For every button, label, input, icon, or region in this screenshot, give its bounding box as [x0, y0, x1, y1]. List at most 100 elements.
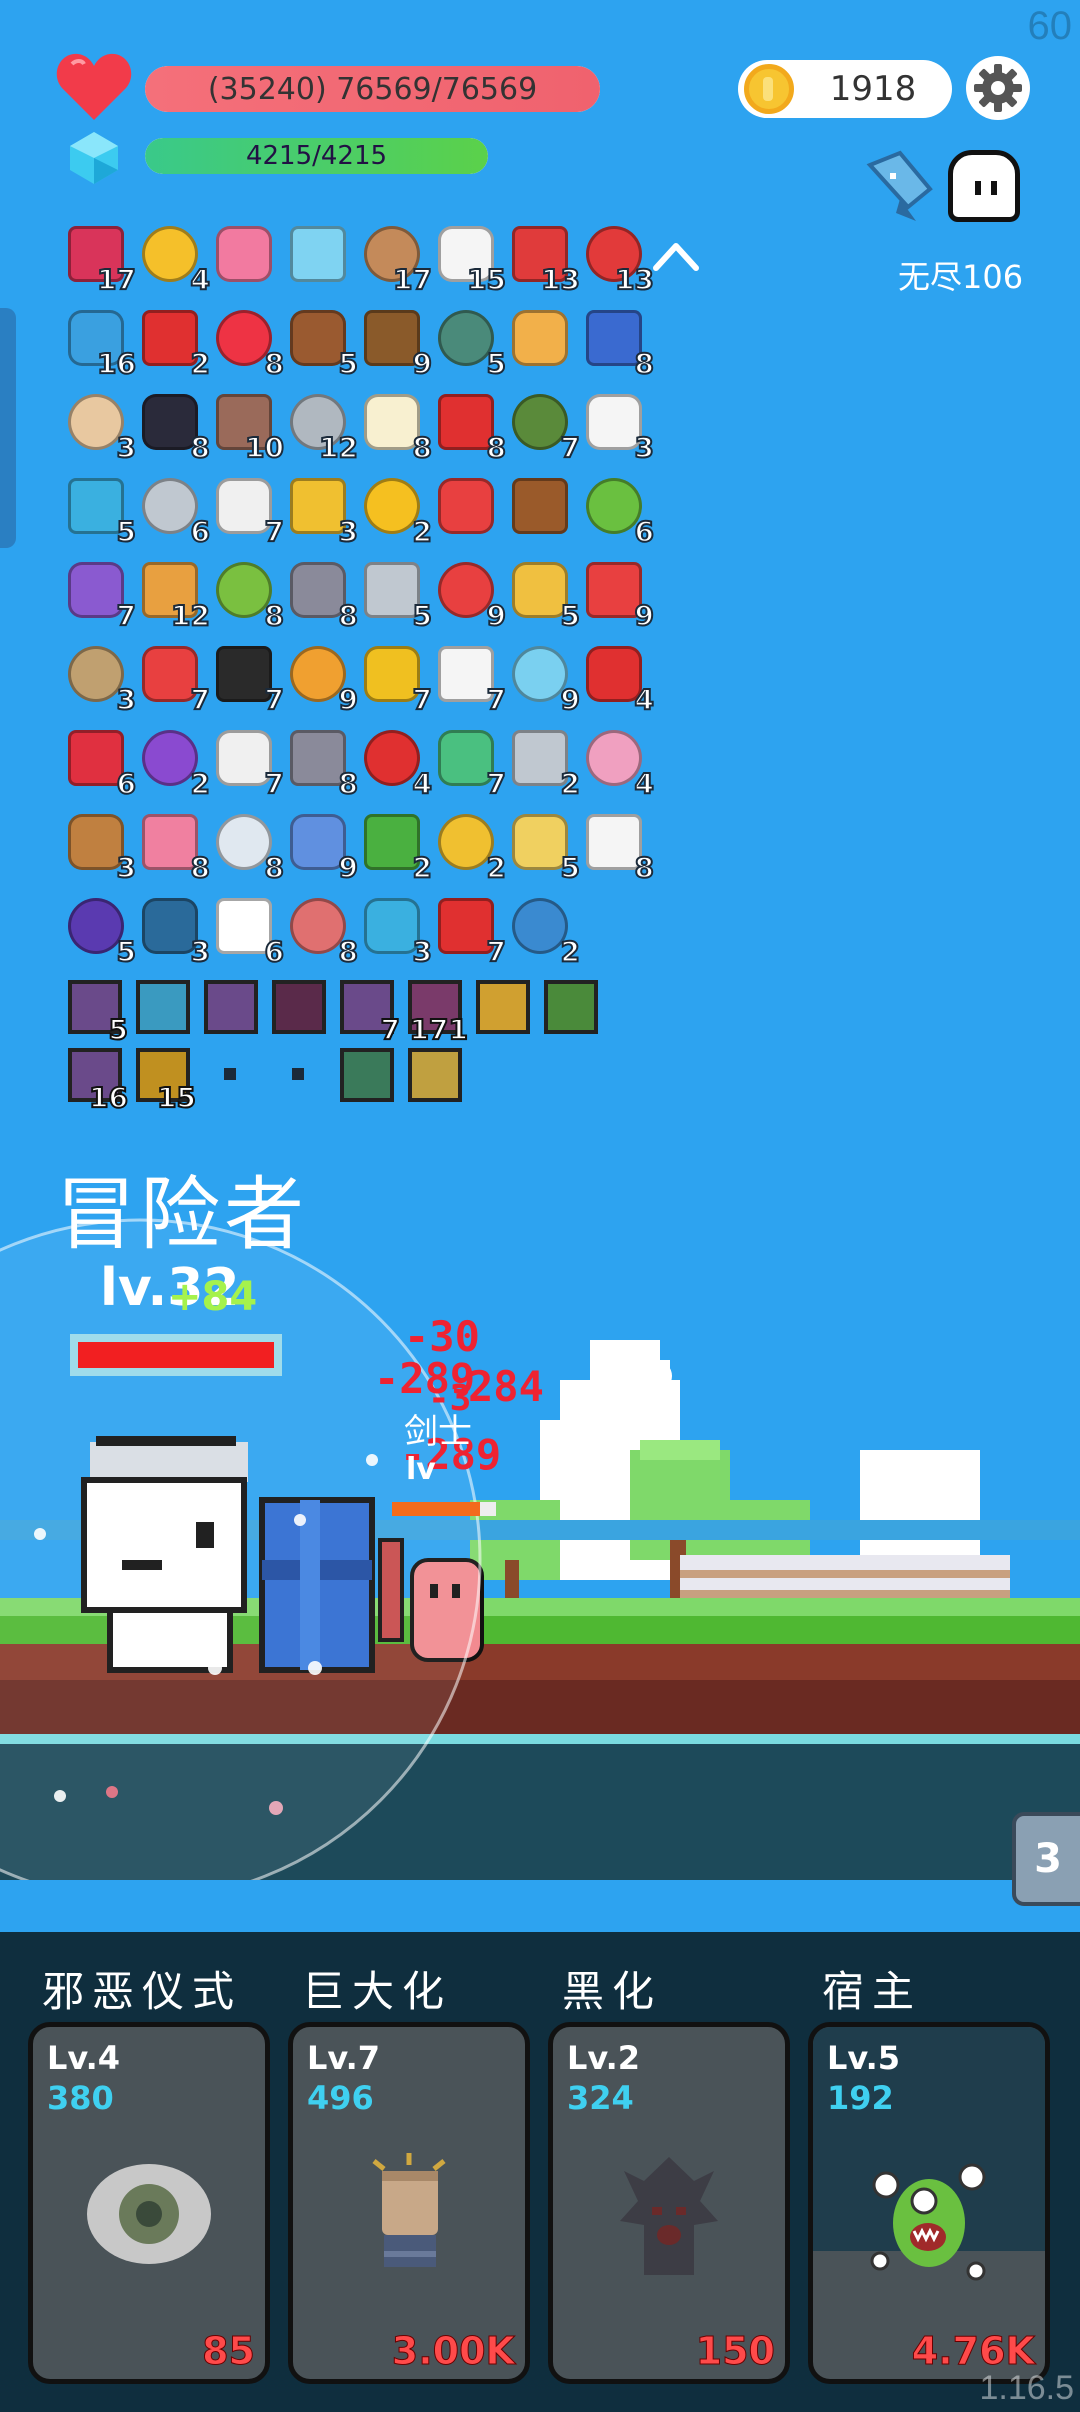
- envelope-item[interactable]: 7: [212, 726, 285, 801]
- speech-bubble-item[interactable]: 3: [138, 894, 211, 969]
- sword-rain-skill-icon[interactable]: 7: [340, 980, 401, 1047]
- treasure-chest-item[interactable]: [508, 474, 576, 542]
- item-count: 9: [411, 346, 433, 381]
- enemy-name: 剑士: [404, 1412, 472, 1452]
- pill-capsule-item[interactable]: 7: [138, 642, 211, 717]
- sword-item[interactable]: 12: [286, 390, 359, 465]
- red-shield-item[interactable]: 4: [582, 642, 655, 717]
- dice-item[interactable]: 8: [582, 810, 655, 885]
- star-shield-item[interactable]: 7: [64, 558, 137, 633]
- light-burst-skill-icon[interactable]: [136, 980, 190, 1034]
- discount-tag-item[interactable]: [434, 474, 502, 542]
- strawberry-item[interactable]: 6: [64, 726, 137, 801]
- skill-card-giant[interactable]: Lv.7 496 3.00K: [288, 2022, 530, 2384]
- spellbook-item[interactable]: 9: [286, 642, 359, 717]
- fortress-skill-icon[interactable]: 171: [408, 980, 469, 1047]
- cash-heart-item[interactable]: 2: [360, 810, 433, 885]
- jam-jar-item[interactable]: 17: [64, 222, 137, 297]
- coconut-item[interactable]: 9: [360, 306, 433, 381]
- empty-slot-icon[interactable]: [292, 1068, 306, 1082]
- spiked-mace-item[interactable]: 8: [286, 558, 359, 633]
- collapse-chevron-icon[interactable]: [650, 236, 702, 276]
- blade-skill-icon[interactable]: [204, 980, 258, 1034]
- magnet-item[interactable]: 2: [138, 306, 211, 381]
- clipboard-item[interactable]: 7: [212, 474, 285, 549]
- halo-wings-item[interactable]: 5: [508, 558, 581, 633]
- magic-wand-item[interactable]: 2: [434, 810, 507, 885]
- heart-item[interactable]: 8: [212, 306, 285, 381]
- star-card-item[interactable]: 16: [64, 306, 137, 381]
- steak-item[interactable]: 8: [286, 894, 359, 969]
- apple-item[interactable]: 13: [582, 222, 655, 297]
- green-idol-item[interactable]: 7: [434, 726, 507, 801]
- mushroom-item[interactable]: 4: [360, 726, 433, 801]
- magnifier-item[interactable]: [286, 222, 354, 290]
- side-drawer-tab[interactable]: [0, 308, 16, 548]
- fried-egg-item[interactable]: 8: [360, 390, 433, 465]
- ticket-item[interactable]: [508, 306, 576, 374]
- blue-gem-item[interactable]: 3: [360, 894, 433, 969]
- scroll-item[interactable]: 5: [64, 474, 137, 549]
- magnifier-icon: [290, 226, 346, 282]
- demon-skill-icon[interactable]: [272, 980, 326, 1034]
- love-letter-item[interactable]: [212, 222, 280, 290]
- treasure-map-item[interactable]: 5: [508, 810, 581, 885]
- fish-sword-icon[interactable]: [860, 145, 940, 225]
- ice-cream-item[interactable]: 4: [582, 726, 655, 801]
- blue-pill-item[interactable]: 9: [286, 810, 359, 885]
- wave-counter-button[interactable]: 3: [1012, 1812, 1080, 1906]
- gold-mask-skill-icon[interactable]: 15: [136, 1048, 197, 1115]
- slash-skill-2-icon[interactable]: 16: [68, 1048, 129, 1115]
- ghost-item[interactable]: 6: [212, 894, 285, 969]
- tombstone-item[interactable]: 10: [212, 390, 285, 465]
- skill-card-host[interactable]: Lv.5 192 4.76K: [808, 2022, 1050, 2384]
- light-bulb-item[interactable]: 8: [212, 810, 285, 885]
- potion-flask-item[interactable]: 9: [508, 642, 581, 717]
- bat-item[interactable]: 8: [138, 390, 211, 465]
- meteor-item[interactable]: 5: [360, 558, 433, 633]
- watermelon-item[interactable]: 9: [434, 558, 507, 633]
- crystal-ball-item[interactable]: 2: [138, 726, 211, 801]
- leaf-skill-icon[interactable]: [544, 980, 598, 1034]
- dark-gold-skill-icon[interactable]: [476, 980, 530, 1034]
- sun-bulb-item[interactable]: 2: [360, 474, 433, 549]
- purple-hat-item[interactable]: 5: [64, 894, 137, 969]
- thermometer-item[interactable]: 7: [434, 894, 507, 969]
- gift-box-item[interactable]: 9: [582, 558, 655, 633]
- cloud-item[interactable]: 7: [434, 642, 507, 717]
- castle-skill-icon[interactable]: [340, 1048, 394, 1102]
- noose-item[interactable]: 3: [64, 642, 137, 717]
- cupcake-item[interactable]: 5: [286, 306, 359, 381]
- lime-item[interactable]: 8: [212, 558, 285, 633]
- slime-monster-item[interactable]: 6: [582, 474, 655, 549]
- cauldron-item[interactable]: 7: [212, 642, 285, 717]
- crosshair-item[interactable]: 2: [508, 894, 581, 969]
- slash-skill-icon[interactable]: 5: [68, 980, 129, 1047]
- skill-card-darken[interactable]: Lv.2 324 150: [548, 2022, 790, 2384]
- sock-item[interactable]: 13: [508, 222, 581, 297]
- empty-slot-icon[interactable]: [224, 1068, 238, 1082]
- shield-skill-icon[interactable]: [408, 1048, 462, 1102]
- fist-item[interactable]: 3: [64, 390, 137, 465]
- bow-item[interactable]: 3: [64, 810, 137, 885]
- target-disc-item[interactable]: 5: [434, 306, 507, 381]
- battle-axe-item[interactable]: 8: [286, 726, 359, 801]
- bookmark-item[interactable]: 8: [434, 390, 507, 465]
- crown-item[interactable]: 4: [138, 222, 211, 297]
- skill-card-evil-ritual[interactable]: Lv.4 380 85: [28, 2022, 270, 2384]
- card-value: 380: [47, 2079, 114, 2117]
- grenade-item[interactable]: 7: [508, 390, 581, 465]
- sunflower-item[interactable]: 7: [360, 642, 433, 717]
- perfume-item[interactable]: 8: [138, 810, 211, 885]
- item-count: 8: [633, 850, 655, 885]
- parchment-item[interactable]: 12: [138, 558, 211, 633]
- flower-item[interactable]: 15: [434, 222, 507, 297]
- settings-button[interactable]: [966, 56, 1030, 120]
- ring-item[interactable]: 3: [286, 474, 359, 549]
- shield-round-item[interactable]: 17: [360, 222, 433, 297]
- playing-card-item[interactable]: 3: [582, 390, 655, 465]
- shield-blue-item[interactable]: 8: [582, 306, 655, 381]
- ghost-pet-button[interactable]: [948, 150, 1020, 222]
- hook-item[interactable]: 2: [508, 726, 581, 801]
- compass-item[interactable]: 6: [138, 474, 211, 549]
